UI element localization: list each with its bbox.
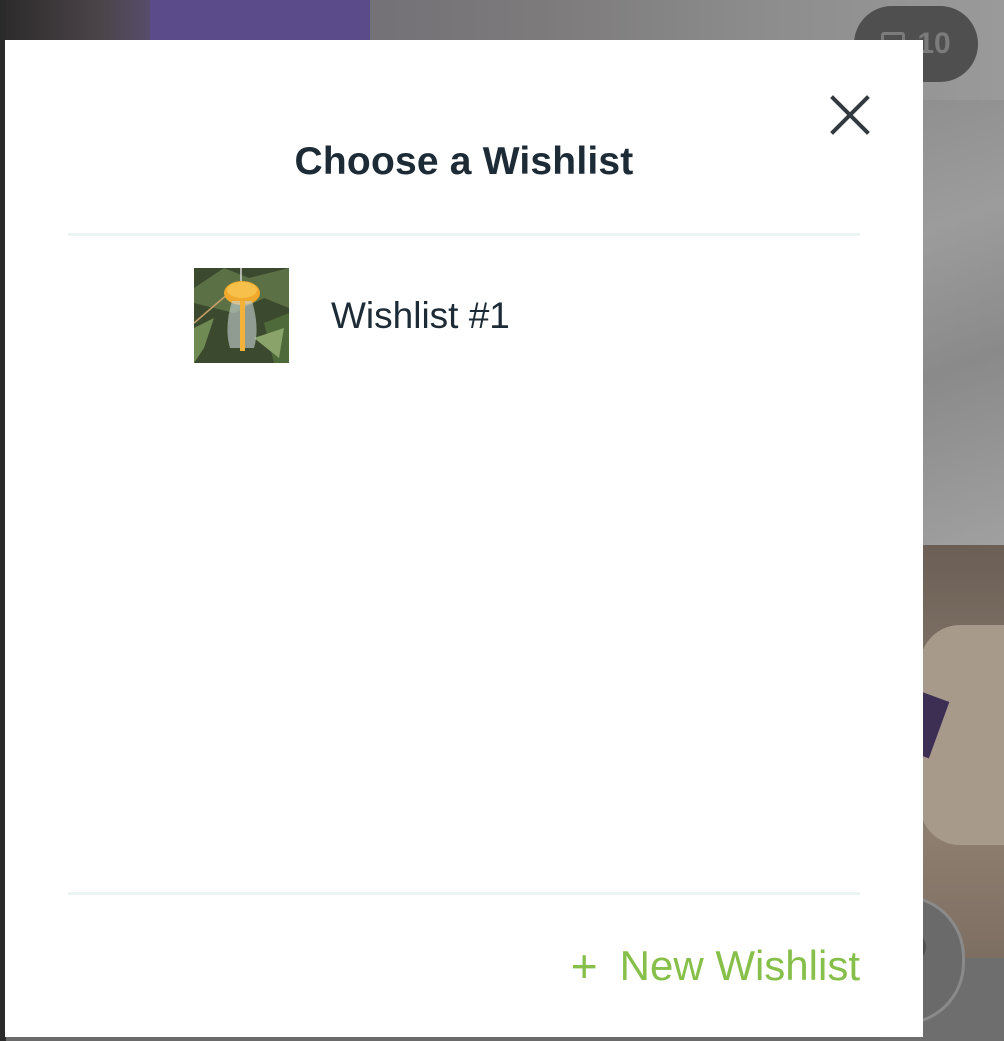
- background-image-detail: [150, 0, 370, 40]
- new-wishlist-label: New Wishlist: [619, 942, 860, 989]
- wishlist-modal: Choose a Wishlist Wishlist #1 + New Wish…: [5, 40, 923, 1037]
- plus-icon: +: [570, 940, 598, 992]
- close-button[interactable]: [825, 90, 875, 140]
- wishlist-item[interactable]: Wishlist #1: [68, 255, 860, 367]
- divider: [68, 892, 860, 895]
- product-thumbnail: [194, 268, 289, 363]
- new-wishlist-button[interactable]: + New Wishlist: [571, 942, 860, 990]
- close-icon: [830, 95, 870, 135]
- divider: [68, 233, 860, 236]
- modal-title: Choose a Wishlist: [294, 140, 634, 183]
- wishlist-name: Wishlist #1: [331, 295, 510, 336]
